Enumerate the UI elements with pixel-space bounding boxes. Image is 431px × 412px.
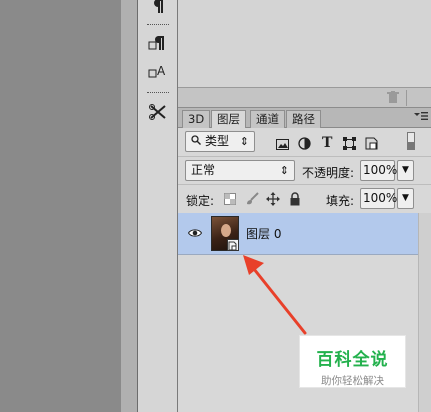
eye-icon[interactable] bbox=[187, 227, 203, 241]
watermark-logo: 百科全说 助你轻松解决 bbox=[299, 335, 406, 388]
paragraph-style-icon[interactable] bbox=[143, 32, 173, 56]
filter-shape-icon[interactable] bbox=[341, 135, 357, 151]
panel-grip-2[interactable] bbox=[147, 92, 169, 95]
svg-text:A: A bbox=[157, 64, 166, 78]
search-icon bbox=[191, 132, 205, 151]
blend-mode-value: 正常 bbox=[191, 163, 216, 177]
opacity-input[interactable]: 100% bbox=[360, 160, 397, 181]
layers-panel-tabbar: 3D 图层 通道 路径 bbox=[178, 108, 431, 129]
lock-transparent-icon[interactable] bbox=[222, 191, 238, 207]
tab-paths[interactable]: 路径 bbox=[286, 110, 321, 128]
tab-3d[interactable]: 3D bbox=[182, 110, 211, 128]
panel-dock-edge bbox=[121, 0, 138, 412]
filter-smart-object-icon[interactable] bbox=[363, 135, 379, 151]
filter-pixel-icon[interactable] bbox=[274, 136, 290, 152]
upper-panel-footer bbox=[178, 88, 431, 108]
panel-menu-icon[interactable] bbox=[414, 111, 428, 124]
paragraph-icon[interactable] bbox=[143, 0, 173, 18]
tab-layers[interactable]: 图层 bbox=[211, 110, 246, 129]
document-canvas-area bbox=[0, 0, 121, 412]
layer-row[interactable]: 图层 0 bbox=[178, 213, 418, 255]
thumbnail-portrait bbox=[221, 224, 231, 237]
opacity-dropdown-button[interactable]: ▼ bbox=[397, 160, 414, 181]
svg-text:T: T bbox=[322, 135, 333, 149]
blend-row: 正常 ⇕ 不透明度: 100% ▼ bbox=[178, 156, 431, 184]
lock-row: 锁定: 填充: 100% ▼ bbox=[178, 184, 431, 212]
tool-presets-icon[interactable] bbox=[143, 100, 173, 124]
tab-channels[interactable]: 通道 bbox=[250, 110, 285, 128]
filter-type-icon[interactable]: T bbox=[319, 134, 335, 150]
lock-brush-icon[interactable] bbox=[244, 191, 260, 207]
character-style-icon[interactable]: A bbox=[143, 60, 173, 84]
layer-thumbnail[interactable] bbox=[211, 216, 239, 251]
upper-panel-body bbox=[178, 0, 431, 88]
layer-name[interactable]: 图层 0 bbox=[246, 225, 281, 242]
lock-move-icon[interactable] bbox=[265, 191, 281, 207]
trash-icon[interactable] bbox=[387, 91, 399, 107]
blend-mode-select[interactable]: 正常 ⇕ bbox=[185, 160, 295, 181]
filter-row: 类型 ⇕ T bbox=[178, 128, 431, 154]
filter-toggle-switch[interactable] bbox=[407, 132, 415, 150]
filter-kind-label: 类型 bbox=[205, 134, 230, 148]
watermark-tagline: 助你轻松解决 bbox=[321, 375, 384, 387]
lock-all-icon[interactable] bbox=[287, 191, 303, 207]
select-arrows-icon: ⇕ bbox=[239, 135, 249, 148]
layers-scrollbar[interactable] bbox=[418, 213, 431, 412]
smart-object-badge-icon bbox=[227, 239, 239, 251]
fill-label: 填充: bbox=[326, 194, 355, 208]
fill-input[interactable]: 100% bbox=[360, 188, 397, 209]
opacity-label: 不透明度: bbox=[302, 166, 355, 180]
filter-kind-select[interactable]: 类型 ⇕ bbox=[185, 131, 255, 152]
fill-dropdown-button[interactable]: ▼ bbox=[397, 188, 414, 209]
watermark-brand: 百科全说 bbox=[316, 350, 389, 370]
panel-grip[interactable] bbox=[147, 24, 169, 27]
filter-adjustment-icon[interactable] bbox=[296, 135, 312, 151]
collapsed-panel-strip: A bbox=[138, 0, 178, 412]
select-arrows-icon-2: ⇕ bbox=[279, 164, 289, 177]
lock-label: 锁定: bbox=[186, 194, 215, 208]
footer-divider bbox=[406, 90, 407, 106]
